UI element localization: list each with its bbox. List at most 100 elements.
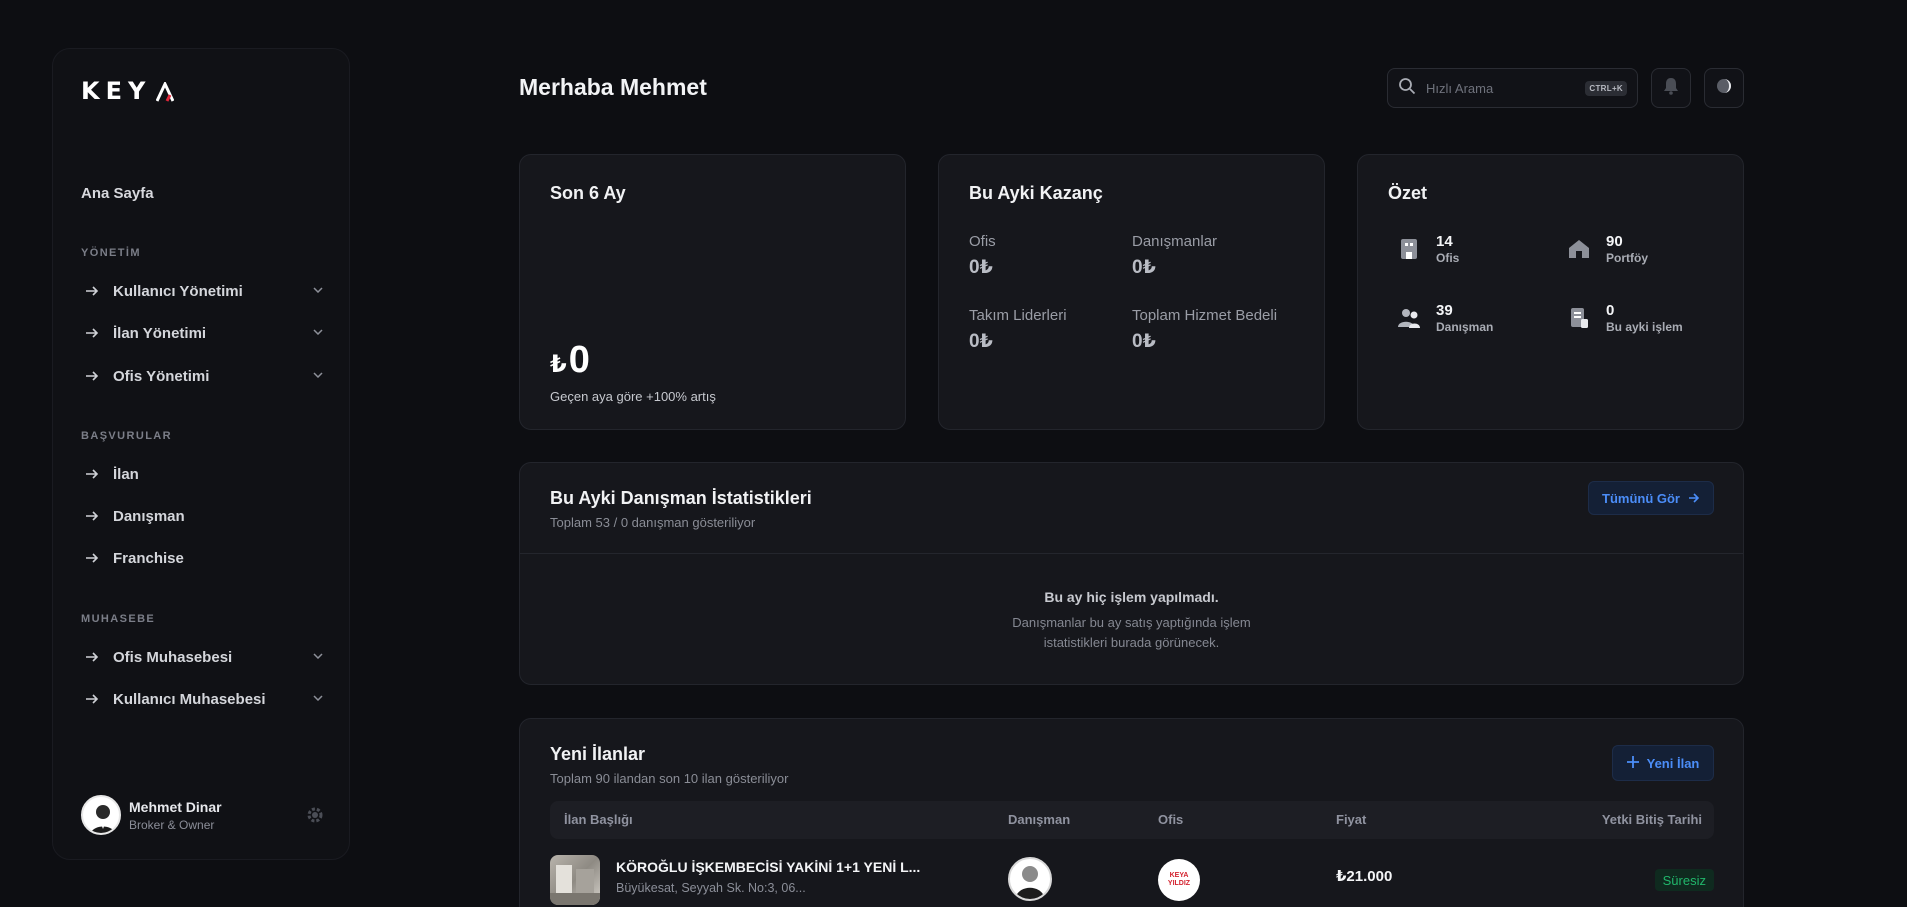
bell-icon: [1663, 77, 1679, 100]
new-listing-button[interactable]: Yeni İlan: [1612, 745, 1714, 781]
card-title: Özet: [1388, 183, 1428, 203]
summary-item-advisors: 39 Danışman: [1396, 302, 1493, 334]
office-icon: [1396, 236, 1422, 262]
user-profile[interactable]: Mehmet Dinar Broker & Owner: [81, 793, 325, 837]
keya-logo[interactable]: KEY: [81, 77, 175, 105]
transaction-icon: [1566, 305, 1592, 331]
sidebar-item-label: İlan Yönetimi: [113, 324, 207, 342]
total-amount: ₺0: [550, 339, 590, 382]
summary-label: Danışman: [1436, 320, 1494, 334]
arrow-right-icon: [85, 510, 101, 522]
empty-state-title: Bu ay hiç işlem yapılmadı.: [1044, 589, 1219, 605]
user-role: Broker & Owner: [129, 817, 215, 832]
chevron-down-icon: [313, 372, 325, 380]
sidebar: KEY Ana Sayfa YÖNETİM Kullanıcı Yönetimi…: [52, 48, 350, 860]
earning-label-total-fee: Toplam Hizmet Bedeli: [1132, 307, 1278, 324]
section-subtitle: Toplam 53 / 0 danışman gösteriliyor: [550, 515, 756, 530]
section-title: Yeni İlanlar: [550, 744, 646, 764]
section-title-management: YÖNETİM: [81, 247, 141, 259]
last-six-months-card: Son 6 Ay ₺0 Geçen aya göre +100% artış: [519, 154, 906, 430]
sidebar-item-label: Ofis Yönetimi: [113, 367, 210, 385]
section-title-applications: BAŞVURULAR: [81, 430, 172, 442]
user-name: Mehmet Dinar: [129, 798, 222, 815]
logo-a-mark: [156, 82, 175, 102]
view-all-button[interactable]: Tümünü Gör: [1588, 481, 1714, 515]
card-title: Son 6 Ay: [550, 183, 626, 203]
users-icon: [1396, 305, 1422, 331]
summary-item-offices: 14 Ofis: [1396, 233, 1459, 265]
earning-value-total-fee: 0₺: [1132, 331, 1156, 352]
chevron-down-icon: [313, 653, 325, 661]
sidebar-item-label: Kullanıcı Muhasebesi: [113, 690, 266, 708]
search-shortcut-badge: CTRL+K: [1585, 80, 1627, 96]
advisor-stats-panel: Bu Ayki Danışman İstatistikleri Toplam 5…: [519, 462, 1744, 685]
arrow-right-icon: [85, 285, 101, 297]
sidebar-item-listing-management[interactable]: İlan Yönetimi: [85, 318, 325, 348]
home-icon: [1566, 236, 1592, 262]
section-subtitle: Toplam 90 ilandan son 10 ilan gösteriliy…: [550, 771, 789, 786]
summary-value: 39: [1436, 302, 1453, 319]
summary-item-transactions: 0 Bu ayki işlem: [1566, 302, 1683, 334]
section-title: Bu Ayki Danışman İstatistikleri: [550, 488, 812, 508]
column-header-expiry[interactable]: Yetki Bitiş Tarihi: [1602, 812, 1702, 827]
column-header-advisor[interactable]: Danışman: [1008, 812, 1070, 827]
summary-value: 90: [1606, 233, 1623, 250]
listing-thumbnail: [550, 855, 600, 905]
gear-icon[interactable]: [305, 805, 325, 825]
listing-price: ₺21.000: [1336, 868, 1393, 885]
summary-label: Ofis: [1436, 251, 1460, 265]
notifications-button[interactable]: [1651, 68, 1691, 108]
currency-symbol: ₺: [550, 351, 567, 378]
column-header-price[interactable]: Fiyat: [1336, 812, 1366, 827]
sidebar-item-label: Ofis Muhasebesi: [113, 648, 233, 666]
monthly-earnings-card: Bu Ayki Kazanç Ofis 0₺ Danışmanlar 0₺ Ta…: [938, 154, 1325, 430]
card-title: Bu Ayki Kazanç: [969, 183, 1103, 203]
summary-card: Özet 14 Ofis 90 Portföy 39 Danışman 0 Bu…: [1357, 154, 1744, 430]
summary-label: Bu ayki işlem: [1606, 320, 1683, 334]
moon-icon: [1714, 76, 1734, 101]
listing-address: Büyükesat, Seyyah Sk. No:3, 06...: [616, 881, 806, 895]
arrow-right-icon: [85, 651, 101, 663]
summary-item-portfolio: 90 Portföy: [1566, 233, 1648, 265]
theme-toggle-button[interactable]: [1704, 68, 1744, 108]
office-logo: KEYA YILDIZ: [1158, 859, 1200, 901]
status-badge: Süresiz: [1654, 869, 1714, 891]
sidebar-item-franchise[interactable]: Franchise: [85, 543, 325, 573]
summary-value: 14: [1436, 233, 1453, 250]
column-header-title[interactable]: İlan Başlığı: [564, 812, 633, 827]
summary-value: 0: [1606, 302, 1615, 319]
listing-title[interactable]: KÖROĞLU İŞKEMBECİSİ YAKİNİ 1+1 YENİ L...: [616, 859, 920, 875]
divider: [520, 553, 1743, 554]
search-icon: [1398, 77, 1416, 100]
search-input[interactable]: Hızlı Arama CTRL+K: [1387, 68, 1638, 108]
search-placeholder: Hızlı Arama: [1426, 80, 1494, 96]
avatar: [81, 795, 121, 835]
amount-value: 0: [568, 339, 590, 381]
sidebar-item-advisor[interactable]: Danışman: [85, 501, 325, 531]
plus-icon: [1626, 755, 1639, 771]
new-listings-panel: Yeni İlanlar Toplam 90 ilandan son 10 il…: [519, 718, 1744, 907]
advisor-avatar[interactable]: [1008, 857, 1052, 901]
sidebar-item-user-management[interactable]: Kullanıcı Yönetimi: [85, 276, 325, 306]
sidebar-item-office-accounting[interactable]: Ofis Muhasebesi: [85, 642, 325, 672]
chevron-down-icon: [313, 329, 325, 337]
arrow-right-icon: [85, 693, 101, 705]
sidebar-item-user-accounting[interactable]: Kullanıcı Muhasebesi: [85, 684, 325, 714]
earning-value-advisors: 0₺: [1132, 257, 1156, 278]
sidebar-item-label: İlan: [113, 465, 139, 483]
arrow-right-icon: [85, 468, 101, 480]
arrow-right-icon: [85, 552, 101, 564]
logo-text: KEY: [81, 77, 152, 105]
view-all-label: Tümünü Gör: [1602, 490, 1680, 506]
earning-label-advisors: Danışmanlar: [1132, 233, 1218, 250]
sidebar-item-home[interactable]: Ana Sayfa: [81, 185, 154, 202]
earning-label-office: Ofis: [969, 233, 996, 250]
chevron-down-icon: [313, 287, 325, 295]
sidebar-item-label: Kullanıcı Yönetimi: [113, 282, 243, 300]
column-header-office[interactable]: Ofis: [1158, 812, 1183, 827]
table-row[interactable]: KÖROĞLU İŞKEMBECİSİ YAKİNİ 1+1 YENİ L...…: [550, 855, 1714, 907]
arrow-right-icon: [1688, 491, 1700, 506]
arrow-right-icon: [85, 327, 101, 339]
sidebar-item-office-management[interactable]: Ofis Yönetimi: [85, 361, 325, 391]
sidebar-item-listing[interactable]: İlan: [85, 459, 325, 489]
